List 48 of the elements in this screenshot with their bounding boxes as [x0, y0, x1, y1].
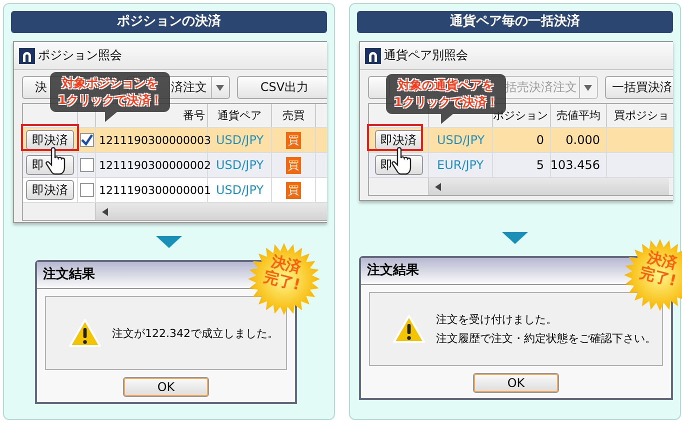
row-checkbox[interactable]	[80, 183, 94, 197]
badge-text: 決済 完了!	[637, 246, 680, 292]
down-arrow-icon	[156, 236, 182, 248]
column-header: 売値平均	[551, 104, 607, 127]
window-title: ポジション照会	[38, 47, 122, 64]
column-header: 通貨ペア	[208, 104, 272, 127]
row-checkbox[interactable]	[80, 158, 94, 172]
currency-pair-link[interactable]: USD/JPY	[216, 183, 264, 197]
warning-icon	[68, 318, 102, 348]
table-cell: 1211190300000002	[99, 158, 211, 172]
table-cell: 1211190300000001	[99, 184, 211, 196]
table-row[interactable]: 即決済 1211190300000003 USD/JPY 買	[23, 128, 327, 153]
message-text: 注文が122.342で成立しました。	[112, 326, 278, 342]
checkmark-icon	[80, 134, 92, 146]
close-now-button[interactable]: 即決済	[26, 180, 74, 200]
close-now-button[interactable]: 即決済	[26, 130, 74, 150]
table-cell: 103.456	[550, 158, 600, 172]
section-heading: ポジションの決済	[11, 11, 327, 33]
column-header: 買ポジショ	[607, 104, 673, 127]
toolbar-button[interactable]: 一括買決済	[605, 76, 673, 99]
window-title: 通貨ペア別照会	[384, 47, 468, 64]
table-cell: 0.000	[566, 133, 600, 147]
buy-badge: 買	[286, 156, 301, 174]
app-logo-icon	[365, 48, 381, 64]
buy-badge: 買	[286, 182, 301, 198]
row-checkbox[interactable]	[80, 133, 94, 147]
horizontal-scrollbar[interactable]	[429, 178, 669, 195]
scroll-left-icon[interactable]	[435, 183, 441, 191]
horizontal-scrollbar[interactable]	[96, 203, 327, 220]
warning-icon	[392, 314, 426, 344]
table-row[interactable]: 即決済 USD/JPY 0 0.000	[369, 128, 673, 153]
ok-button[interactable]: OK	[123, 377, 209, 397]
section-heading: 通貨ペア毎の一括決済	[357, 11, 673, 33]
table-cell: 5	[536, 158, 544, 172]
close-now-button[interactable]: 即決済	[374, 130, 422, 150]
highlight-frame	[21, 124, 79, 151]
buy-badge: 買	[286, 132, 301, 148]
ok-button[interactable]: OK	[473, 373, 559, 393]
down-arrow-icon	[502, 232, 528, 244]
table-cell: 0	[536, 133, 544, 147]
table-cell: 1211190300000003	[99, 134, 211, 146]
toolbar-button[interactable]: CSV出力	[237, 76, 327, 99]
scroll-left-icon[interactable]	[102, 208, 108, 216]
message-text: 注文を受け付けました。	[436, 312, 558, 328]
app-logo-icon	[19, 48, 35, 64]
column-header: 売買	[272, 104, 316, 127]
highlight-frame	[367, 124, 423, 151]
message-text: 注文履歴で注文・約定状態をご確認下さい。	[436, 331, 656, 347]
